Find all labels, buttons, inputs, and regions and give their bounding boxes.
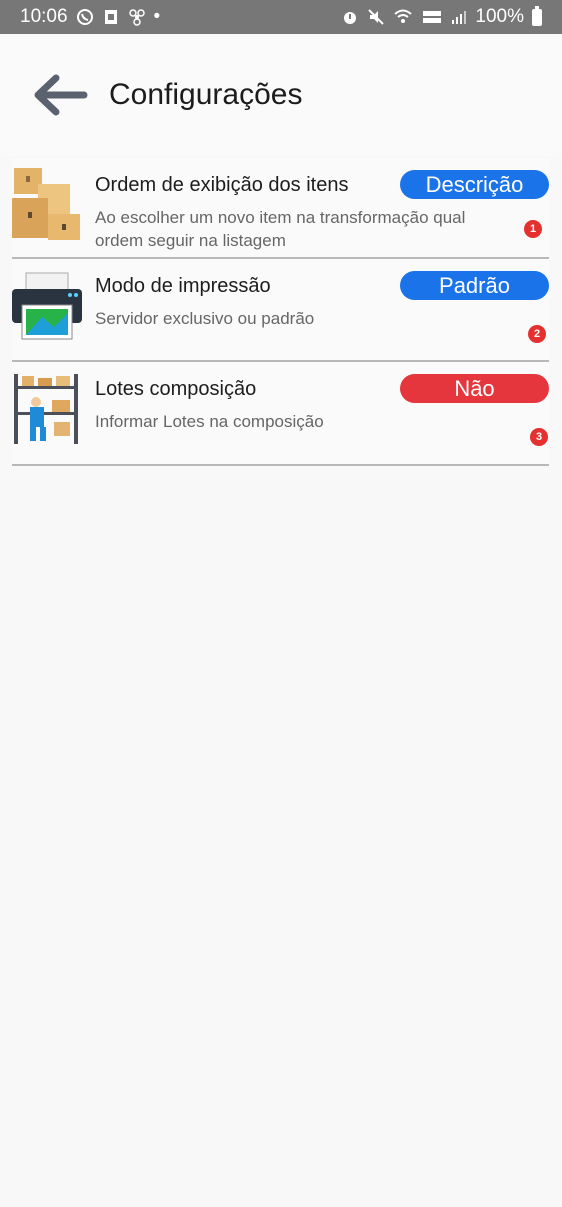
setting-description: Ao escolher um novo item na transformaçã…	[95, 208, 466, 250]
setting-title: Ordem de exibição dos itens	[95, 174, 349, 196]
lot-composition-value-button[interactable]: Não	[400, 374, 549, 403]
step-badge: 1	[524, 220, 542, 238]
printer-icon	[12, 272, 82, 340]
boxes-icon	[12, 168, 80, 240]
whatsapp-icon	[76, 9, 93, 25]
wifi-icon	[394, 9, 413, 23]
notification-dot: •	[153, 6, 161, 27]
app-bar: Configurações	[0, 34, 562, 156]
alarm-icon	[344, 12, 357, 24]
sim-icon	[104, 10, 117, 24]
setting-title: Modo de impressão	[95, 275, 271, 297]
mute-icon	[368, 9, 385, 25]
setting-description: Servidor exclusivo ou padrão	[95, 309, 315, 328]
fan-icon	[128, 9, 145, 26]
status-bar: 10:06 • 100%	[0, 0, 562, 34]
setting-description: Informar Lotes na composição	[95, 412, 324, 431]
warehouse-worker-icon	[14, 374, 78, 444]
setting-title: Lotes composição	[95, 378, 257, 400]
settings-list: Ordem de exibição dos itens Ao escolher …	[12, 158, 549, 466]
step-badge: 3	[530, 428, 548, 446]
battery-percent: 100%	[475, 6, 524, 27]
signal-icon	[452, 11, 467, 24]
display-order-value-button[interactable]: Descrição	[400, 170, 549, 199]
setting-item-display-order[interactable]: Ordem de exibição dos itens Ao escolher …	[12, 158, 549, 259]
volte-icon	[423, 11, 442, 23]
step-badge: 2	[528, 325, 546, 343]
setting-item-lot-composition[interactable]: Lotes composição Informar Lotes na compo…	[12, 362, 549, 466]
page-title: Configurações	[109, 78, 303, 111]
print-mode-value-button[interactable]: Padrão	[400, 271, 549, 300]
arrow-left-icon	[34, 74, 88, 116]
setting-item-print-mode[interactable]: Modo de impressão Servidor exclusivo ou …	[12, 259, 549, 362]
battery-icon	[532, 5, 542, 26]
back-button[interactable]	[32, 72, 88, 118]
status-time: 10:06	[20, 6, 68, 27]
